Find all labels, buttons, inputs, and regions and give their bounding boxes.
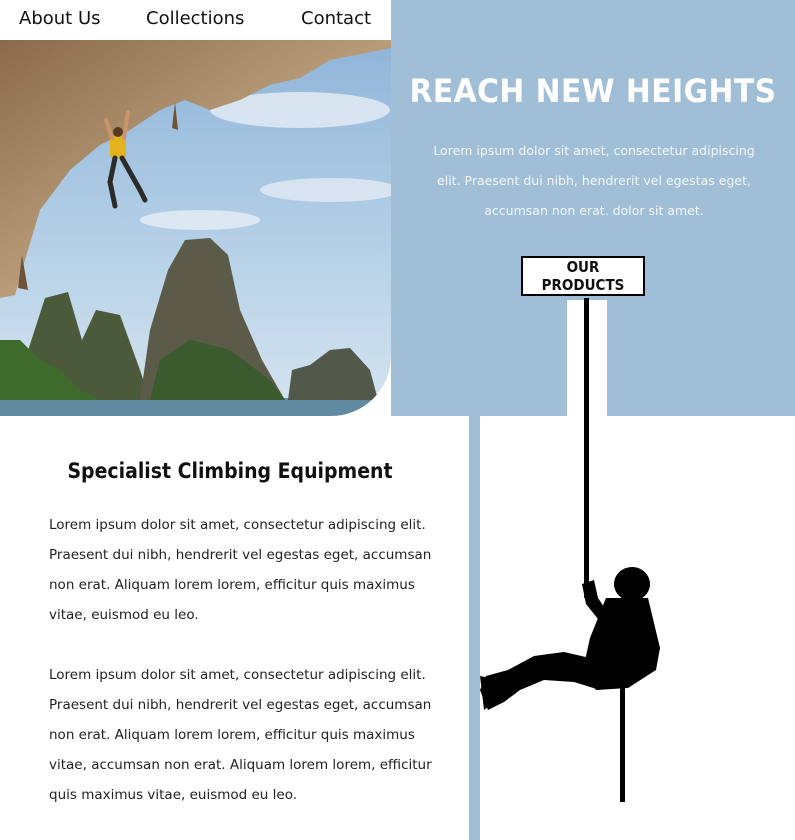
hero-title: REACH NEW HEIGHTS: [409, 72, 777, 110]
hero-photo: [0, 40, 391, 416]
content-paragraph-2: Lorem ipsum dolor sit amet, consectetur …: [49, 667, 432, 803]
rock-climber-photo-icon: [0, 40, 391, 416]
nav-link-contact[interactable]: Contact: [301, 8, 371, 29]
rappelling-climber-silhouette-icon: [480, 298, 660, 802]
top-navigation: About Us Collections Contact: [0, 0, 391, 40]
nav-link-about-us[interactable]: About Us: [19, 8, 101, 29]
our-products-button[interactable]: OUR PRODUCTS: [521, 256, 645, 296]
section-heading: Specialist Climbing Equipment: [67, 459, 393, 483]
content-paragraph-1: Lorem ipsum dolor sit amet, consectetur …: [49, 517, 432, 623]
nav-link-collections[interactable]: Collections: [146, 8, 244, 29]
hero-text: Lorem ipsum dolor sit amet, consectetur …: [433, 143, 755, 218]
